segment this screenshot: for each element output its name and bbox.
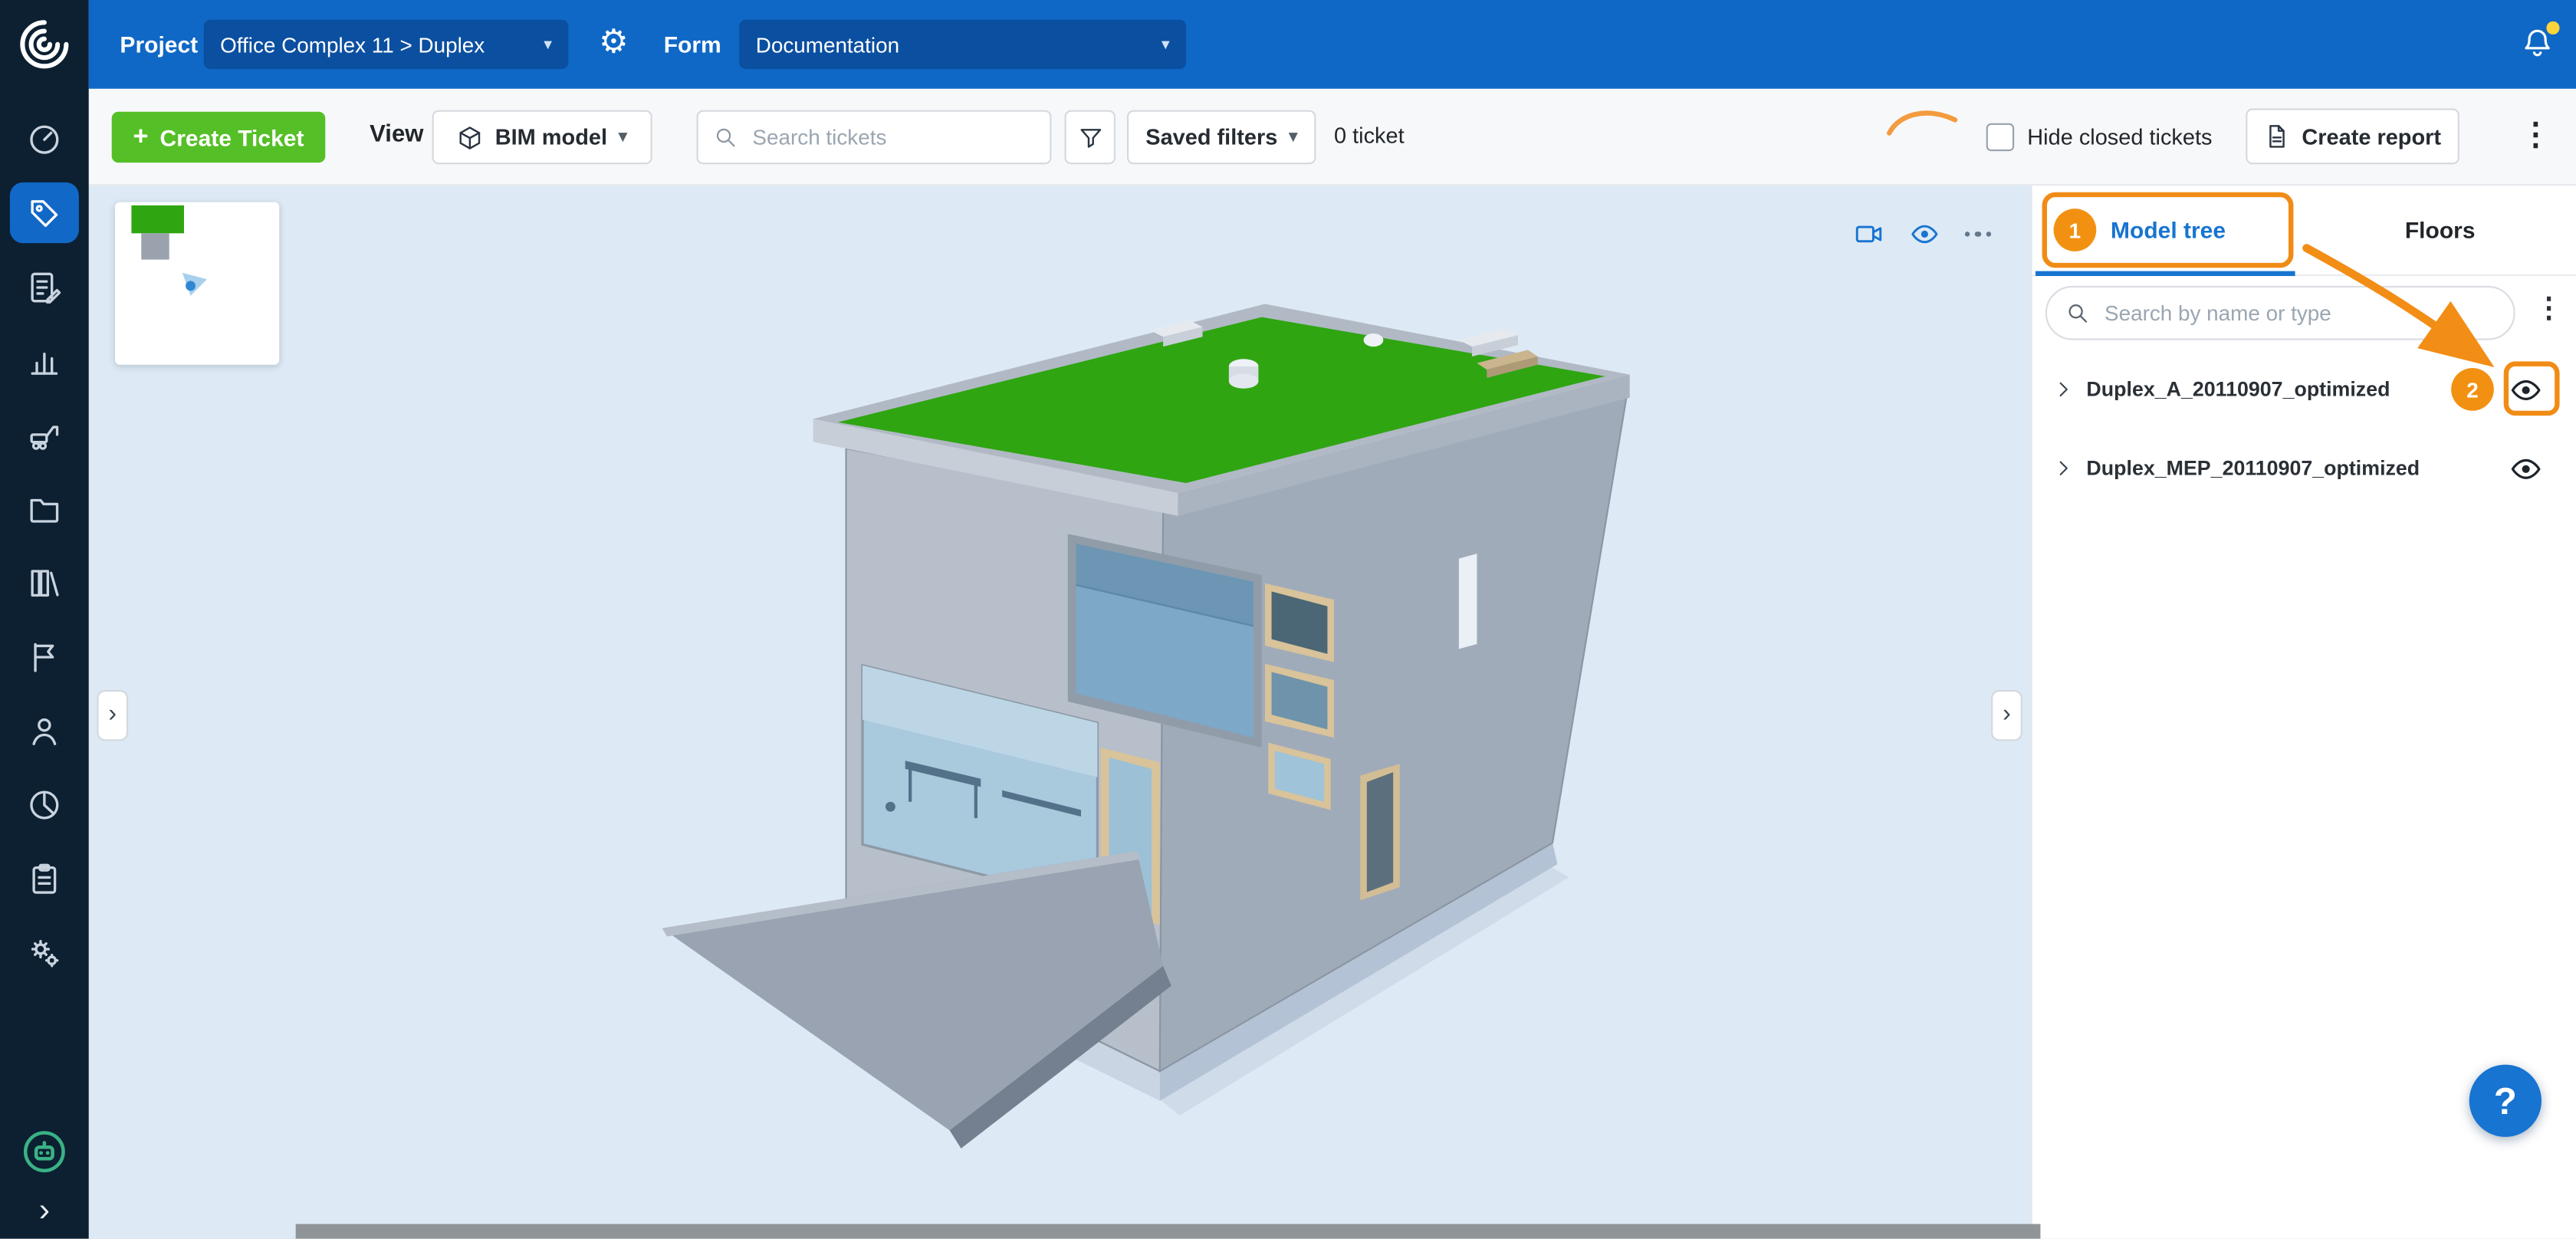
equipment-icon bbox=[26, 416, 62, 452]
panel-overflow-menu-icon[interactable]: ⋮ bbox=[2535, 292, 2562, 325]
topbar: Project Office Complex 11 > Duplex ▾ ⚙ F… bbox=[89, 0, 2576, 89]
library-icon bbox=[26, 564, 62, 600]
clipboard-icon bbox=[26, 860, 62, 896]
cube-icon bbox=[457, 124, 483, 150]
tab-model-tree[interactable]: Model tree bbox=[2032, 186, 2305, 274]
viewport-overflow-menu-icon[interactable] bbox=[1964, 232, 1991, 238]
chevron-down-icon: ▾ bbox=[1162, 35, 1170, 54]
sidebar-item-person[interactable] bbox=[0, 693, 89, 767]
view-label: View bbox=[370, 122, 423, 148]
project-settings-gear-icon[interactable]: ⚙ bbox=[596, 26, 631, 61]
minimap-camera-cursor-icon bbox=[181, 271, 211, 301]
chevron-down-icon: ▾ bbox=[1289, 128, 1297, 146]
sidebar-item-pie-chart[interactable] bbox=[0, 767, 89, 841]
tree-row: Duplex_MEP_20110907_optimized bbox=[2032, 429, 2576, 508]
eye-visibility-toggle-icon[interactable] bbox=[2509, 372, 2543, 406]
chevron-down-icon: ▾ bbox=[619, 128, 627, 146]
form-icon bbox=[26, 268, 62, 304]
bim-3d-viewport[interactable]: › › bbox=[89, 186, 2031, 1239]
minimap[interactable] bbox=[115, 202, 279, 365]
sidebar-item-tag[interactable] bbox=[0, 176, 89, 249]
project-dropdown-value: Office Complex 11 > Duplex bbox=[220, 32, 485, 57]
sidebar-bottom: › bbox=[0, 1127, 89, 1226]
hide-closed-label: Hide closed tickets bbox=[2027, 125, 2212, 150]
saved-filters-label: Saved filters bbox=[1145, 125, 1277, 150]
hide-closed-checkbox[interactable] bbox=[1986, 123, 2014, 151]
right-panel-expander[interactable]: › bbox=[1991, 690, 2022, 741]
gauge-icon bbox=[26, 121, 62, 157]
notification-dot bbox=[2546, 21, 2559, 35]
chevron-right-icon[interactable] bbox=[2052, 378, 2075, 401]
annotation-squiggle bbox=[1884, 102, 1960, 145]
flag-icon bbox=[26, 639, 62, 675]
sidebar-item-gauge[interactable] bbox=[0, 102, 89, 176]
app-logo-icon[interactable] bbox=[13, 13, 75, 75]
sidebar-nav bbox=[0, 102, 89, 989]
sidebar-item-library[interactable] bbox=[0, 545, 89, 619]
form-dropdown[interactable]: Documentation ▾ bbox=[739, 20, 1186, 69]
sidebar-item-folder[interactable] bbox=[0, 472, 89, 545]
panel-search-input[interactable] bbox=[2101, 299, 2496, 327]
bim-model-label: BIM model bbox=[495, 125, 607, 150]
panel-tabs: Model tree Floors bbox=[2032, 186, 2576, 276]
app-window: › Project Office Complex 11 > Duplex ▾ ⚙… bbox=[0, 0, 2576, 1239]
help-button[interactable]: ? bbox=[2469, 1065, 2542, 1137]
section-view-icon[interactable] bbox=[1852, 219, 1884, 250]
gears-icon bbox=[26, 934, 62, 970]
search-icon bbox=[713, 125, 738, 150]
visibility-eye-icon[interactable] bbox=[1908, 219, 1940, 250]
project-label: Project bbox=[120, 0, 198, 89]
tree-row: Duplex_A_20110907_optimized bbox=[2032, 350, 2576, 429]
sidebar-item-gears[interactable] bbox=[0, 915, 89, 989]
search-tickets-input[interactable] bbox=[749, 123, 1035, 151]
filter-button[interactable] bbox=[1065, 110, 1116, 165]
saved-filters-dropdown[interactable]: Saved filters ▾ bbox=[1127, 110, 1316, 165]
tree-item-label[interactable]: Duplex_A_20110907_optimized bbox=[2086, 378, 2509, 401]
model-tree-list: Duplex_A_20110907_optimized Duplex_MEP_20… bbox=[2032, 350, 2576, 508]
create-ticket-label: Create Ticket bbox=[160, 124, 304, 150]
bim-3d-model bbox=[89, 186, 2031, 1239]
minimap-ramp bbox=[141, 233, 169, 259]
ticket-count: 0 ticket bbox=[1334, 123, 1405, 148]
left-panel-expander[interactable]: › bbox=[97, 690, 128, 741]
pdf-report-icon bbox=[2264, 123, 2290, 150]
search-tickets-box bbox=[697, 110, 1052, 165]
plus-icon: + bbox=[133, 123, 149, 153]
sidebar-item-equipment[interactable] bbox=[0, 398, 89, 472]
project-dropdown[interactable]: Office Complex 11 > Duplex ▾ bbox=[204, 20, 569, 69]
toolbar-overflow-menu-icon[interactable]: ⋮ bbox=[2520, 117, 2551, 154]
toolbar: + Create Ticket View BIM model ▾ Saved f… bbox=[89, 89, 2576, 186]
create-report-button[interactable]: Create report bbox=[2246, 108, 2459, 164]
create-ticket-button[interactable]: + Create Ticket bbox=[112, 112, 326, 163]
sidebar: › bbox=[0, 0, 89, 1239]
sidebar-item-form[interactable] bbox=[0, 250, 89, 324]
chevron-right-icon[interactable] bbox=[2052, 457, 2075, 480]
sidebar-item-chart[interactable] bbox=[0, 324, 89, 397]
chevron-down-icon: ▾ bbox=[544, 35, 552, 54]
form-label: Form bbox=[664, 0, 721, 89]
pie-chart-icon bbox=[26, 786, 62, 822]
person-icon bbox=[26, 712, 62, 748]
form-dropdown-value: Documentation bbox=[756, 32, 899, 57]
sidebar-item-flag[interactable] bbox=[0, 620, 89, 693]
bim-model-dropdown[interactable]: BIM model ▾ bbox=[432, 110, 652, 165]
sidebar-item-clipboard[interactable] bbox=[0, 841, 89, 915]
minimap-roof bbox=[131, 205, 184, 233]
tab-floors[interactable]: Floors bbox=[2304, 186, 2576, 274]
sidebar-collapse-chevron-icon[interactable]: › bbox=[39, 1196, 50, 1226]
panel-search-box bbox=[2045, 286, 2515, 340]
eye-visibility-toggle-icon[interactable] bbox=[2509, 451, 2543, 485]
assistant-robot-icon[interactable] bbox=[20, 1127, 69, 1176]
funnel-icon bbox=[1077, 124, 1103, 150]
viewport-tools bbox=[1852, 219, 1991, 250]
bottom-bar bbox=[296, 1224, 2041, 1238]
chart-icon bbox=[26, 343, 62, 379]
tree-item-label[interactable]: Duplex_MEP_20110907_optimized bbox=[2086, 457, 2509, 480]
search-icon bbox=[2065, 301, 2090, 325]
create-report-label: Create report bbox=[2302, 124, 2441, 149]
folder-icon bbox=[26, 491, 62, 527]
tag-icon bbox=[26, 195, 62, 231]
